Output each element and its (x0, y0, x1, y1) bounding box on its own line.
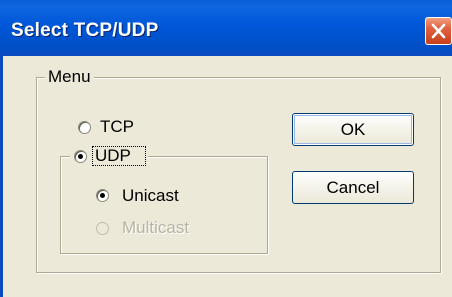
window-title: Select TCP/UDP (11, 20, 159, 41)
multicast-label[interactable]: Multicast (122, 218, 189, 238)
tcp-label[interactable]: TCP (100, 117, 134, 137)
udp-radio[interactable] (74, 150, 87, 163)
udp-label[interactable]: UDP (95, 146, 131, 166)
unicast-label[interactable]: Unicast (122, 186, 179, 206)
ok-button[interactable]: OK (292, 113, 414, 146)
unicast-radio[interactable] (96, 189, 109, 202)
tcp-radio[interactable] (78, 121, 91, 134)
close-icon (431, 23, 446, 39)
select-tcp-udp-dialog: Select TCP/UDP Menu TCP UDP Unicast Mult… (0, 0, 452, 297)
cancel-button[interactable]: Cancel (292, 171, 414, 204)
title-bar[interactable]: Select TCP/UDP (0, 0, 452, 56)
close-button[interactable] (425, 17, 452, 45)
multicast-radio[interactable] (96, 222, 109, 235)
menu-groupbox-legend: Menu (45, 67, 94, 87)
